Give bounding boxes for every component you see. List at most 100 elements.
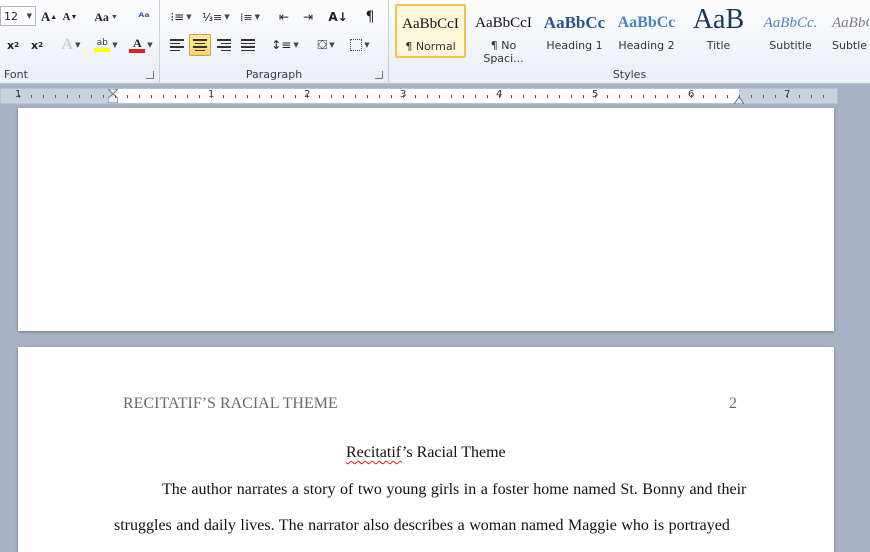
page-2[interactable]: RECITATIF’S RACIAL THEME 2 Recitatif’s R… bbox=[18, 347, 834, 552]
ruler-tick bbox=[235, 95, 236, 98]
title-rest: ’s Racial Theme bbox=[401, 444, 506, 461]
highlighter-icon: ab bbox=[94, 38, 111, 52]
superscript-button[interactable]: x2 bbox=[28, 34, 46, 56]
ruler-tick bbox=[331, 95, 332, 98]
ruler-tick bbox=[715, 95, 716, 98]
align-right-button[interactable] bbox=[213, 34, 235, 56]
page-number: 2 bbox=[729, 395, 737, 412]
indent-marker-icon[interactable] bbox=[106, 88, 120, 104]
numbering-button[interactable]: ⅓≡ ▼ bbox=[202, 6, 230, 28]
ruler-tick bbox=[703, 95, 704, 98]
bullets-button[interactable]: ⁝≡ ▼ bbox=[168, 6, 194, 28]
sort-button[interactable]: A↓ bbox=[328, 6, 348, 28]
chevron-down-icon: ▼ bbox=[254, 13, 261, 21]
ruler-tick bbox=[67, 95, 68, 98]
shading-button[interactable]: ⛋ ▼ bbox=[312, 34, 340, 56]
chevron-down-icon: ▼ bbox=[293, 41, 299, 49]
ruler-tick bbox=[643, 95, 644, 98]
ruler-tick bbox=[739, 95, 740, 98]
borders-icon bbox=[350, 39, 363, 51]
style-name: Title bbox=[706, 39, 731, 52]
ruler-tick bbox=[607, 95, 608, 98]
ruler-tick bbox=[115, 95, 116, 98]
ruler-tick bbox=[379, 95, 380, 98]
document-title: Recitatif’s Racial Theme bbox=[346, 444, 506, 462]
ruler-tick bbox=[43, 95, 44, 98]
ruler-tick bbox=[139, 95, 140, 98]
ruler-tick bbox=[367, 95, 368, 98]
ruler-tick bbox=[271, 95, 272, 98]
style-sample: AaBbCc bbox=[543, 13, 606, 32]
style-heading-2[interactable]: AaBbCc Heading 2 bbox=[611, 4, 682, 58]
ruler-tick bbox=[103, 95, 104, 98]
ruler-tick bbox=[295, 95, 296, 98]
ruler-tick bbox=[823, 95, 824, 98]
align-left-icon bbox=[170, 39, 184, 51]
justify-button[interactable] bbox=[237, 34, 259, 56]
ruler-tick bbox=[667, 95, 668, 98]
ruler-tick bbox=[175, 95, 176, 98]
show-formatting-button[interactable]: ¶ bbox=[360, 6, 380, 28]
style-subtitle[interactable]: AaBbCc. Subtitle bbox=[755, 4, 826, 58]
chevron-down-icon: ▼ bbox=[26, 12, 32, 20]
style-heading-1[interactable]: AaBbCc Heading 1 bbox=[539, 4, 610, 58]
shrink-font-button[interactable]: A ▼ bbox=[62, 6, 78, 28]
borders-button[interactable]: ▼ bbox=[346, 34, 374, 56]
font-size-box[interactable]: 12 ▼ bbox=[0, 6, 36, 26]
ruler-tick bbox=[79, 95, 80, 98]
ruler-tick bbox=[451, 95, 452, 98]
decrease-indent-button[interactable]: ⇤ bbox=[274, 6, 294, 28]
style-no-spacing[interactable]: AaBbCcI ¶ No Spaci... bbox=[468, 4, 539, 65]
change-case-button[interactable]: Aa ▼ bbox=[92, 6, 120, 28]
ribbon: 12 ▼ A ▲ A ▼ Aa ▼ ᴬᵃ x2 x2 A ▼ ab ▼ A ▼ Fon bbox=[0, 0, 870, 84]
font-color-button[interactable]: A ▼ bbox=[126, 34, 156, 56]
style-name: ¶ No Spaci... bbox=[483, 39, 524, 65]
paint-bucket-icon: ⛋ bbox=[317, 37, 328, 53]
running-header: RECITATIF’S RACIAL THEME bbox=[123, 395, 338, 412]
align-center-icon bbox=[193, 39, 207, 51]
page-1[interactable] bbox=[18, 108, 834, 331]
ruler-tick bbox=[799, 95, 800, 98]
style-subtle-emphasis[interactable]: AaBbC Subtle bbox=[827, 4, 870, 58]
horizontal-ruler[interactable]: 1 1 2 3 4 5 6 7 bbox=[0, 88, 838, 105]
line-spacing-button[interactable]: ↕≡ ▼ bbox=[270, 34, 300, 56]
ruler-tick bbox=[211, 95, 212, 98]
text-effects-button[interactable]: A ▼ bbox=[58, 34, 84, 56]
ruler-tick bbox=[535, 95, 536, 98]
ruler-tick bbox=[259, 95, 260, 98]
style-normal[interactable]: AaBbCcI ¶ Normal bbox=[395, 4, 466, 58]
ruler-tick bbox=[787, 95, 788, 98]
ruler-tick bbox=[283, 95, 284, 98]
ruler-tick bbox=[487, 95, 488, 98]
style-sample: AaB bbox=[692, 5, 745, 35]
clear-formatting-button[interactable]: ᴬᵃ bbox=[134, 6, 154, 28]
change-case-label: Aa bbox=[94, 9, 109, 24]
style-name: Subtle bbox=[832, 39, 868, 52]
ruler-tick bbox=[355, 95, 356, 98]
font-dialog-launcher-icon[interactable] bbox=[146, 71, 154, 79]
ruler-tick bbox=[247, 95, 248, 98]
increase-indent-button[interactable]: ⇥ bbox=[298, 6, 318, 28]
style-title[interactable]: AaB Title bbox=[683, 4, 754, 58]
paragraph-dialog-launcher-icon[interactable] bbox=[375, 71, 383, 79]
multilevel-list-button[interactable]: ⁞≡ ▼ bbox=[236, 6, 264, 28]
ruler-tick bbox=[319, 95, 320, 98]
paragraph-line: struggles and daily lives. The narrator … bbox=[114, 517, 730, 534]
ruler-tick bbox=[619, 95, 620, 98]
highlight-button[interactable]: ab ▼ bbox=[90, 34, 122, 56]
align-left-button[interactable] bbox=[166, 34, 188, 56]
ruler-tick bbox=[475, 95, 476, 98]
grow-font-button[interactable]: A ▲ bbox=[40, 6, 58, 28]
chevron-down-icon: ▼ bbox=[110, 13, 118, 21]
font-size-value: 12 bbox=[4, 9, 18, 23]
paragraph-line: The author narrates a story of two young… bbox=[162, 481, 747, 498]
ruler-tick bbox=[811, 95, 812, 98]
subscript-button[interactable]: x2 bbox=[4, 34, 22, 56]
font-group-label: Font bbox=[4, 68, 28, 81]
chevron-down-icon: ▼ bbox=[329, 41, 335, 49]
ruler-tick bbox=[691, 95, 692, 98]
ruler-tick bbox=[523, 95, 524, 98]
align-center-button[interactable] bbox=[189, 34, 211, 56]
styles-group-label: Styles bbox=[612, 68, 647, 81]
ruler-tick bbox=[187, 95, 188, 98]
